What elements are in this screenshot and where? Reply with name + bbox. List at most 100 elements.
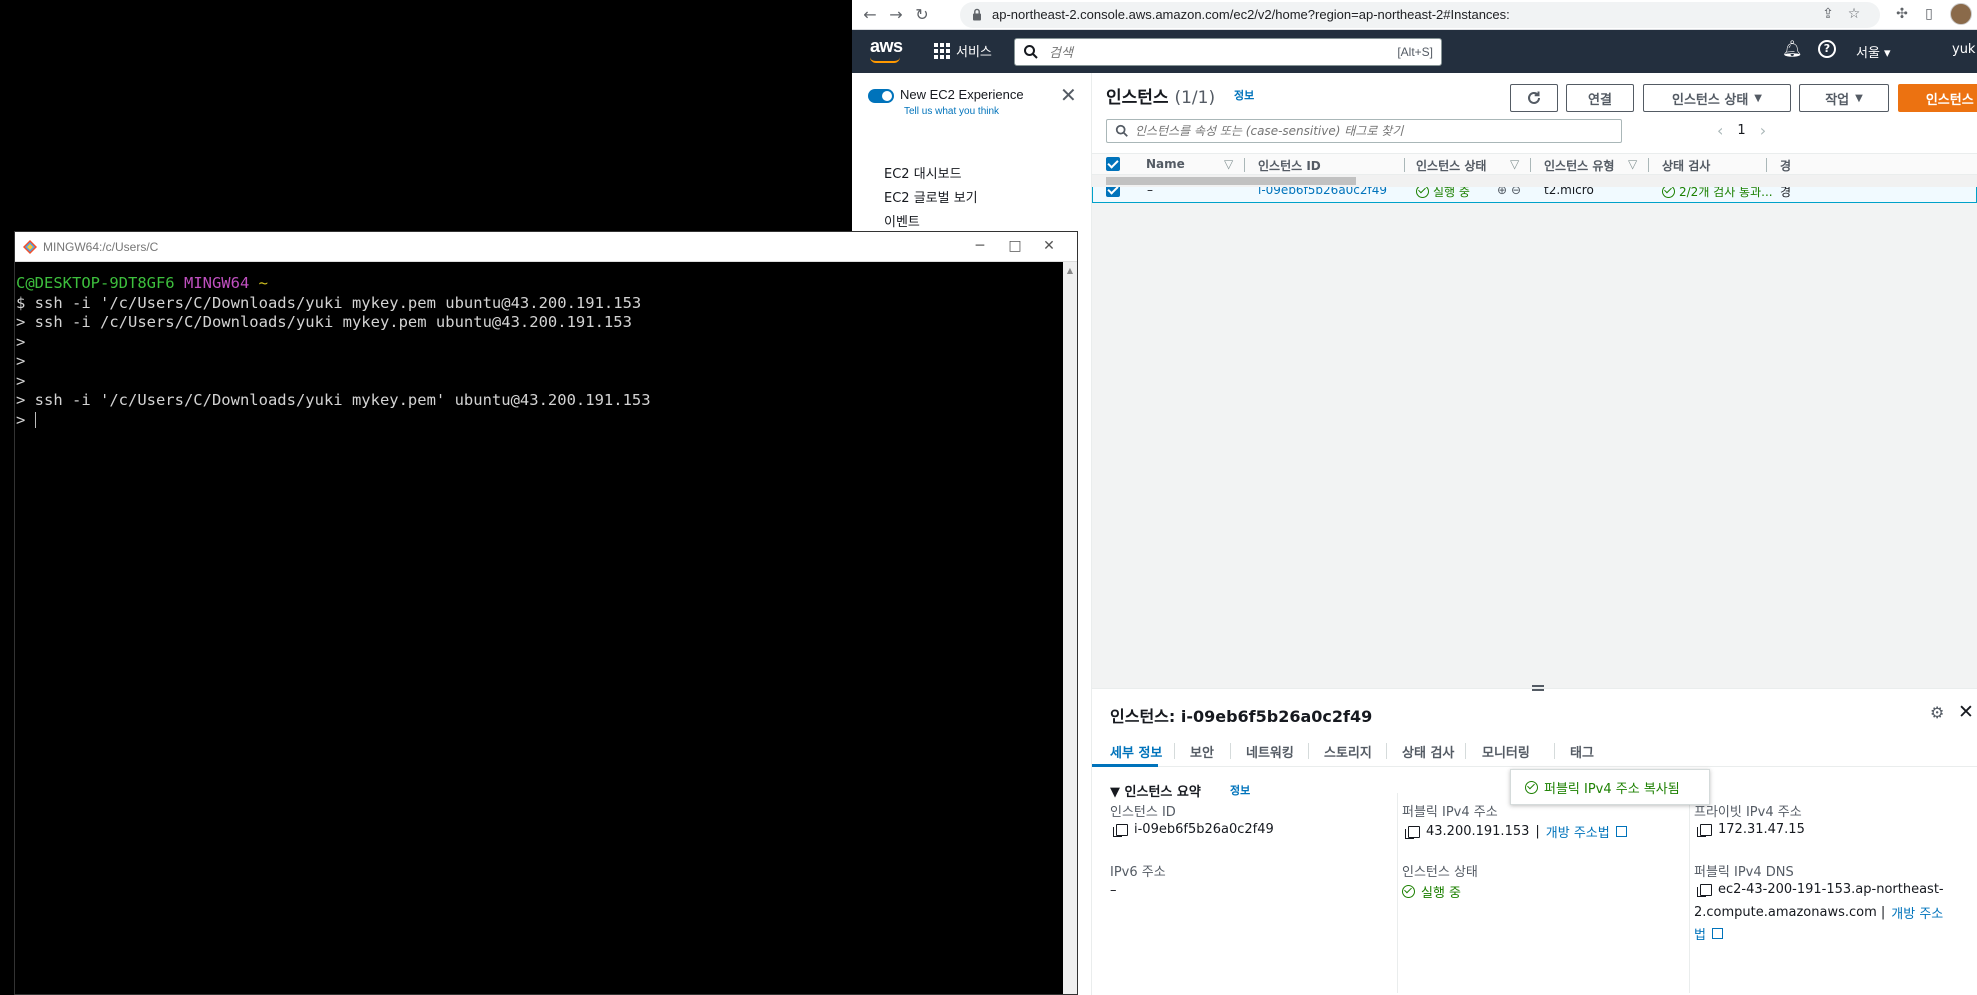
close-icon[interactable]: ✕: [1060, 85, 1077, 105]
column-extra[interactable]: 경: [1780, 157, 1791, 174]
summary-heading[interactable]: ▼ 인스턴스 요약: [1110, 781, 1201, 800]
terminal-titlebar[interactable]: MINGW64:/c/Users/C ─ □ ✕: [15, 232, 1077, 262]
sidepanel-icon[interactable]: ▯: [1920, 5, 1938, 23]
tab-networking[interactable]: 네트워킹: [1246, 742, 1294, 761]
aws-search-box[interactable]: [Alt+S]: [1014, 38, 1442, 66]
scroll-up-icon[interactable]: ▲: [1063, 266, 1077, 278]
help-icon[interactable]: ?: [1818, 40, 1836, 58]
refresh-button[interactable]: [1510, 84, 1558, 112]
column-divider[interactable]: [1244, 158, 1245, 172]
scrollbar-thumb[interactable]: [1106, 177, 1356, 185]
sort-icon[interactable]: ▽: [1224, 157, 1233, 171]
open-address-link[interactable]: 개방 주소법: [1546, 822, 1610, 841]
tab-divider: [1386, 743, 1387, 759]
sort-icon[interactable]: ▽: [1510, 157, 1519, 171]
instance-state-button[interactable]: 인스턴스 상태 ▼: [1643, 84, 1791, 112]
refresh-icon: [1528, 91, 1540, 104]
column-instance-type[interactable]: 인스턴스 유형: [1544, 157, 1614, 174]
public-dns-label: 퍼블릭 IPv4 DNS: [1694, 865, 1794, 880]
bell-icon[interactable]: 🔔︎: [1782, 39, 1802, 58]
column-instance-state[interactable]: 인스턴스 상태: [1416, 157, 1486, 174]
feedback-link[interactable]: Tell us what you think: [904, 106, 999, 117]
services-button[interactable]: 서비스: [934, 41, 992, 60]
ipv6-value: –: [1110, 883, 1117, 898]
caret-down-icon: ▼: [1754, 92, 1762, 104]
reload-icon[interactable]: ↻: [912, 5, 932, 25]
copy-icon[interactable]: [1405, 825, 1420, 839]
actions-button[interactable]: 작업 ▼: [1799, 84, 1889, 112]
extensions-icon[interactable]: ✣: [1893, 5, 1911, 23]
terminal-window[interactable]: MINGW64:/c/Users/C ─ □ ✕ C@DESKTOP-9DT8G…: [14, 231, 1078, 995]
public-ip-text: 43.200.191.153: [1426, 824, 1530, 839]
column-instance-id[interactable]: 인스턴스 ID: [1258, 157, 1321, 174]
connect-button[interactable]: 연결: [1566, 84, 1634, 112]
text-cursor: [34, 411, 36, 428]
close-icon[interactable]: ✕: [1038, 236, 1060, 256]
new-experience-toggle[interactable]: [868, 89, 894, 103]
terminal-scrollbar[interactable]: [1063, 262, 1077, 994]
column-divider[interactable]: [1766, 158, 1767, 172]
copy-icon[interactable]: [1697, 823, 1712, 837]
column-status-check[interactable]: 상태 검사: [1662, 157, 1710, 174]
sidebar-item-events[interactable]: 이벤트: [884, 211, 920, 230]
copied-toast: 퍼블릭 IPv4 주소 복사됨: [1510, 769, 1710, 805]
tab-tags[interactable]: 태그: [1570, 742, 1594, 761]
terminal-input-line[interactable]: >: [16, 411, 1077, 431]
tab-status-checks[interactable]: 상태 검사: [1402, 742, 1454, 761]
back-icon[interactable]: ←: [860, 5, 880, 25]
user-menu[interactable]: yuk: [1952, 42, 1975, 57]
gear-icon[interactable]: ⚙: [1930, 703, 1944, 722]
sort-icon[interactable]: ▽: [1628, 157, 1637, 171]
copy-icon[interactable]: [1697, 883, 1712, 897]
external-link-icon[interactable]: [1615, 826, 1627, 837]
column-name[interactable]: Name: [1146, 157, 1185, 171]
share-icon[interactable]: ⇪: [1819, 5, 1837, 23]
maximize-icon[interactable]: □: [1004, 236, 1026, 256]
profile-avatar[interactable]: [1950, 3, 1972, 25]
page-number[interactable]: 1: [1737, 123, 1745, 138]
terminal-output[interactable]: C@DESKTOP-9DT8GF6 MINGW64 ~ $ ssh -i '/c…: [15, 262, 1077, 994]
search-input[interactable]: [1047, 43, 1347, 63]
copy-icon[interactable]: [1113, 823, 1128, 837]
tab-security[interactable]: 보안: [1190, 742, 1214, 761]
tab-divider: [1465, 743, 1466, 759]
star-icon[interactable]: ☆: [1845, 5, 1863, 23]
column-divider[interactable]: [1648, 158, 1649, 172]
terminal-line: > ssh -i '/c/Users/C/Downloads/yuki myke…: [16, 391, 651, 409]
pagination: ‹ 1 ›: [1717, 121, 1766, 140]
tab-monitoring[interactable]: 모니터링: [1482, 742, 1530, 761]
close-icon[interactable]: ✕: [1958, 701, 1974, 723]
tab-storage[interactable]: 스토리지: [1324, 742, 1372, 761]
column-divider[interactable]: [1530, 158, 1531, 172]
prev-page-icon[interactable]: ‹: [1717, 121, 1723, 140]
resize-handle[interactable]: [1532, 685, 1544, 691]
launch-instance-button[interactable]: 인스턴스 시작: [1898, 84, 1977, 112]
external-link-icon[interactable]: [1711, 928, 1723, 939]
next-page-icon[interactable]: ›: [1760, 121, 1766, 140]
tab-details[interactable]: 세부 정보: [1110, 742, 1162, 761]
sidebar-item-dashboard[interactable]: EC2 대시보드: [884, 163, 962, 182]
filter-box[interactable]: [1106, 119, 1622, 143]
select-all-checkbox[interactable]: [1106, 157, 1120, 171]
sidebar-item-global-view[interactable]: EC2 글로벌 보기: [884, 187, 978, 206]
column-divider: [1689, 793, 1690, 993]
minimize-icon[interactable]: ─: [969, 236, 991, 256]
region-selector[interactable]: 서울 ▾: [1856, 42, 1891, 61]
public-dns-value-3: 법: [1694, 924, 1723, 943]
filter-input[interactable]: [1133, 123, 1603, 139]
tab-divider: [1554, 743, 1555, 759]
forward-icon[interactable]: →: [886, 5, 906, 25]
aws-logo[interactable]: aws: [870, 36, 903, 57]
grid-icon: [934, 42, 950, 59]
address-bar[interactable]: ap-northeast-2.console.aws.amazon.com/ec…: [960, 2, 1880, 28]
open-address-link[interactable]: 개방 주소: [1891, 903, 1943, 922]
git-bash-icon: [23, 240, 37, 254]
column-divider[interactable]: [1404, 158, 1405, 172]
horizontal-scrollbar[interactable]: [1092, 175, 1977, 187]
summary-label: 인스턴스 요약: [1124, 785, 1201, 800]
instance-id-label: 인스턴스 ID: [1110, 805, 1176, 820]
open-address-link-cont[interactable]: 법: [1694, 924, 1706, 943]
toast-text: 퍼블릭 IPv4 주소 복사됨: [1544, 781, 1680, 797]
info-link[interactable]: 정보: [1234, 87, 1254, 103]
info-link[interactable]: 정보: [1230, 782, 1250, 798]
